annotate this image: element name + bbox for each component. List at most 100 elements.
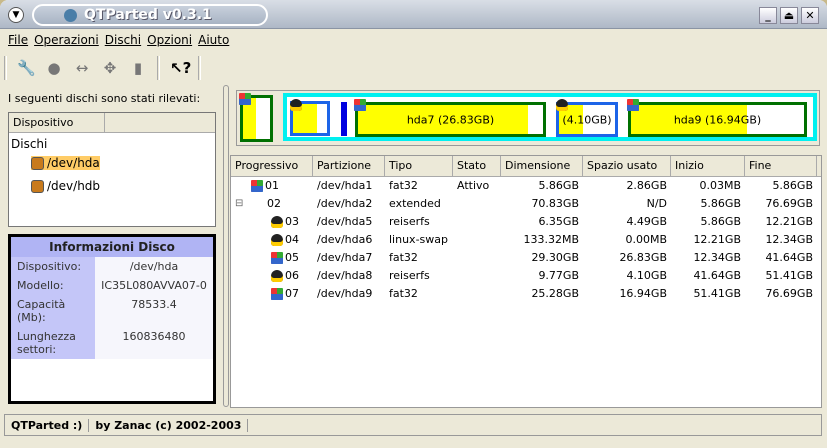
cell-fine: 76.69GB: [765, 287, 813, 300]
cell-text: 07: [285, 287, 299, 300]
cell-progressivo: 06: [231, 267, 313, 285]
info-key: Capacità (Mb):: [11, 295, 95, 327]
partition-map: hda7 (26.83GB) (4.10GB) hda9 (16.94GB): [236, 90, 820, 146]
tree-root-dischi[interactable]: Dischi: [11, 137, 47, 151]
info-value: IC35L080AVVA07-0: [95, 276, 213, 295]
cell-stato: [453, 195, 501, 213]
cell-progressivo: ⊟ 02: [231, 195, 313, 213]
whats-this-icon[interactable]: ↖?: [170, 59, 191, 77]
disk-info-title: Informazioni Disco: [11, 237, 213, 257]
cell-spazio-usato: 16.94GB: [619, 287, 667, 300]
cell-inizio: 41.64GB: [693, 269, 741, 282]
cell-tipo: linux-swap: [389, 233, 448, 246]
cell-fine: 12.21GB: [765, 215, 813, 228]
cell-tipo: fat32: [389, 287, 418, 300]
cell-tipo: reiserfs: [389, 215, 430, 228]
cell-partizione: /dev/hda9: [317, 287, 373, 300]
map-partition-hda6-swap[interactable]: [341, 102, 347, 136]
title-pill: QTParted v0.3.1: [32, 4, 268, 26]
cell-progressivo: 04: [231, 231, 313, 249]
table-row[interactable]: 06/dev/hda8 reiserfs 9.77GB 4.10GB 41.64GB 51…: [231, 267, 821, 285]
column-header[interactable]: Inizio: [671, 156, 745, 176]
cell-spazio-usato: 4.10GB: [626, 269, 667, 282]
menu-dischi[interactable]: Dischi: [105, 33, 141, 47]
maximize-button[interactable]: ⏏: [780, 7, 798, 24]
windows-icon: [271, 288, 283, 300]
window-title: QTParted v0.3.1: [84, 7, 212, 23]
table-row[interactable]: 03/dev/hda5 reiserfs 6.35GB 4.49GB 5.86GB 12.…: [231, 213, 821, 231]
disk-tree: Dispositivo Dischi /dev/hda /dev/hdb: [8, 112, 216, 227]
resize-icon[interactable]: ↔: [73, 59, 91, 77]
close-button[interactable]: ✕: [801, 7, 819, 24]
table-row[interactable]: 07/dev/hda9 fat32 25.28GB 16.94GB 51.41GB 76.…: [231, 285, 821, 303]
tree-header-dispositivo[interactable]: Dispositivo: [9, 113, 105, 132]
toolbar: 🔧 ● ↔ ✥ ▮ ↖?: [4, 54, 201, 82]
table-row[interactable]: ⊟ 02/dev/hda2 extended 70.83GB N/D 5.86GB 76.…: [231, 195, 821, 213]
cell-text: 04: [285, 233, 299, 246]
windows-icon: [271, 252, 283, 264]
menu-opzioni[interactable]: Opzioni: [147, 33, 192, 47]
column-header[interactable]: Progressivo: [231, 156, 313, 176]
column-header[interactable]: Spazio usato: [583, 156, 671, 176]
tree-item-hdb[interactable]: /dev/hdb: [31, 179, 100, 193]
wrench-icon[interactable]: 🔧: [17, 59, 36, 77]
cell-progressivo: 01: [231, 177, 313, 195]
status-bar: QTParted :) by Zanac (c) 2002-2003: [4, 414, 822, 436]
table-row[interactable]: 04/dev/hda6 linux-swap 133.32MB 0.00MB 12.21…: [231, 231, 821, 249]
cell-inizio: 51.41GB: [693, 287, 741, 300]
panel-splitter[interactable]: [223, 85, 229, 407]
cell-progressivo: 05: [231, 249, 313, 267]
disk-label: /dev/hda: [47, 156, 100, 170]
map-partition-hda9[interactable]: hda9 (16.94GB): [628, 102, 807, 137]
move-icon[interactable]: ✥: [101, 59, 119, 77]
column-header[interactable]: Dimensione: [501, 156, 583, 176]
windows-icon: [251, 180, 263, 192]
cell-inizio: 12.34GB: [693, 251, 741, 264]
trash-icon[interactable]: ▮: [129, 59, 147, 77]
cell-fine: 41.64GB: [765, 251, 813, 264]
windows-icon: [627, 99, 639, 111]
cell-spazio-usato: N/D: [646, 197, 667, 210]
cell-dimensione: 25.28GB: [531, 287, 579, 300]
info-value: /dev/hda: [95, 257, 213, 276]
cell-tipo: fat32: [389, 251, 418, 264]
cell-tipo: fat32: [389, 179, 418, 192]
table-row[interactable]: 01/dev/hda1 fat32 Attivo 5.86GB 2.86GB 0.03MB…: [231, 177, 821, 195]
menu-operazioni[interactable]: Operazioni: [34, 33, 99, 47]
cell-text: 05: [285, 251, 299, 264]
menu-bar: File Operazioni Dischi Opzioni Aiuto: [8, 33, 229, 47]
map-label-hda9: hda9 (16.94GB): [673, 113, 762, 126]
column-header[interactable]: Tipo: [385, 156, 453, 176]
column-header[interactable]: Stato: [453, 156, 501, 176]
cell-dimensione: 133.32MB: [523, 233, 579, 246]
linux-icon: [271, 234, 283, 246]
menu-file[interactable]: File: [8, 33, 28, 47]
cell-partizione: /dev/hda5: [317, 215, 373, 228]
cell-text: 06: [285, 269, 299, 282]
window-menu-button[interactable]: ▼: [8, 7, 24, 23]
main-window: ▼ QTParted v0.3.1 _ ⏏ ✕ File Operazioni …: [0, 0, 827, 448]
cell-text: 03: [285, 215, 299, 228]
linux-icon: [271, 270, 283, 282]
disk-icon: [31, 180, 44, 193]
minimize-button[interactable]: _: [759, 7, 777, 24]
toolbar-handle: [4, 56, 7, 80]
tree-item-hda[interactable]: /dev/hda: [31, 156, 100, 170]
column-header[interactable]: Fine: [745, 156, 817, 176]
cell-partizione: /dev/hda7: [317, 251, 373, 264]
cell-partizione: /dev/hda1: [317, 179, 373, 192]
cell-stato: [453, 231, 501, 249]
toolbar-separator: [157, 56, 160, 80]
cell-stato: [453, 249, 501, 267]
partition-table: Progressivo Partizione Tipo Stato Dimensione…: [230, 155, 822, 408]
cell-inizio: 5.86GB: [700, 215, 741, 228]
menu-aiuto[interactable]: Aiuto: [198, 33, 229, 47]
cell-spazio-usato: 4.49GB: [626, 215, 667, 228]
bomb-icon[interactable]: ●: [45, 59, 63, 77]
disk-icon: [31, 157, 44, 170]
collapse-icon[interactable]: ⊟: [235, 195, 243, 213]
info-value: 160836480: [95, 327, 213, 359]
column-header[interactable]: Partizione: [313, 156, 385, 176]
table-row[interactable]: 05/dev/hda7 fat32 29.30GB 26.83GB 12.34GB 41.…: [231, 249, 821, 267]
map-partition-hda7[interactable]: hda7 (26.83GB): [355, 102, 546, 137]
